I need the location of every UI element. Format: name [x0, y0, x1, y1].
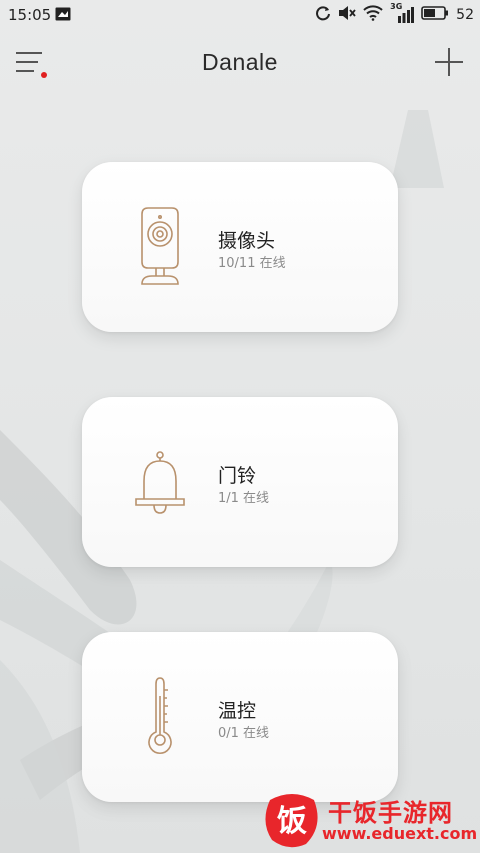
- signal-icon: 3G: [390, 2, 415, 24]
- device-card-label: 温控: [218, 700, 257, 722]
- watermark-logo: 饭: [262, 790, 322, 850]
- plus-icon: [435, 48, 463, 76]
- device-card-label: 摄像头: [218, 230, 276, 252]
- watermark: 饭 干饭手游网 www.eduext.com: [262, 790, 478, 850]
- status-time: 15:05: [8, 6, 52, 24]
- camera-icon: [130, 204, 190, 290]
- status-icons: 3G 52: [315, 2, 474, 25]
- status-bar: 15:05 3G 52: [0, 0, 480, 30]
- notification-image-icon: [55, 7, 71, 21]
- device-card-camera[interactable]: 摄像头 10/11 在线: [82, 162, 398, 332]
- device-card-status: 10/11 在线: [218, 256, 286, 271]
- battery-level: 52: [456, 7, 474, 23]
- wifi-icon: [363, 5, 383, 25]
- mute-icon: [338, 5, 356, 25]
- device-card-status: 1/1 在线: [218, 491, 270, 506]
- svg-text:饭: 饭: [277, 804, 307, 839]
- device-card-status: 0/1 在线: [218, 726, 270, 741]
- bell-icon: [130, 439, 190, 525]
- device-card-doorbell[interactable]: 门铃 1/1 在线: [82, 397, 398, 567]
- battery-icon: [421, 6, 449, 24]
- thermometer-icon: [130, 674, 190, 760]
- watermark-title: 干饭手游网: [328, 799, 453, 827]
- page-title: Danale: [202, 49, 278, 75]
- add-device-button[interactable]: [432, 46, 466, 78]
- device-card-label: 门铃: [218, 465, 257, 487]
- device-card-thermostat[interactable]: 温控 0/1 在线: [82, 632, 398, 802]
- app-header: Danale: [0, 40, 480, 84]
- watermark-url: www.eduext.com: [322, 824, 478, 843]
- sync-icon: [315, 5, 331, 25]
